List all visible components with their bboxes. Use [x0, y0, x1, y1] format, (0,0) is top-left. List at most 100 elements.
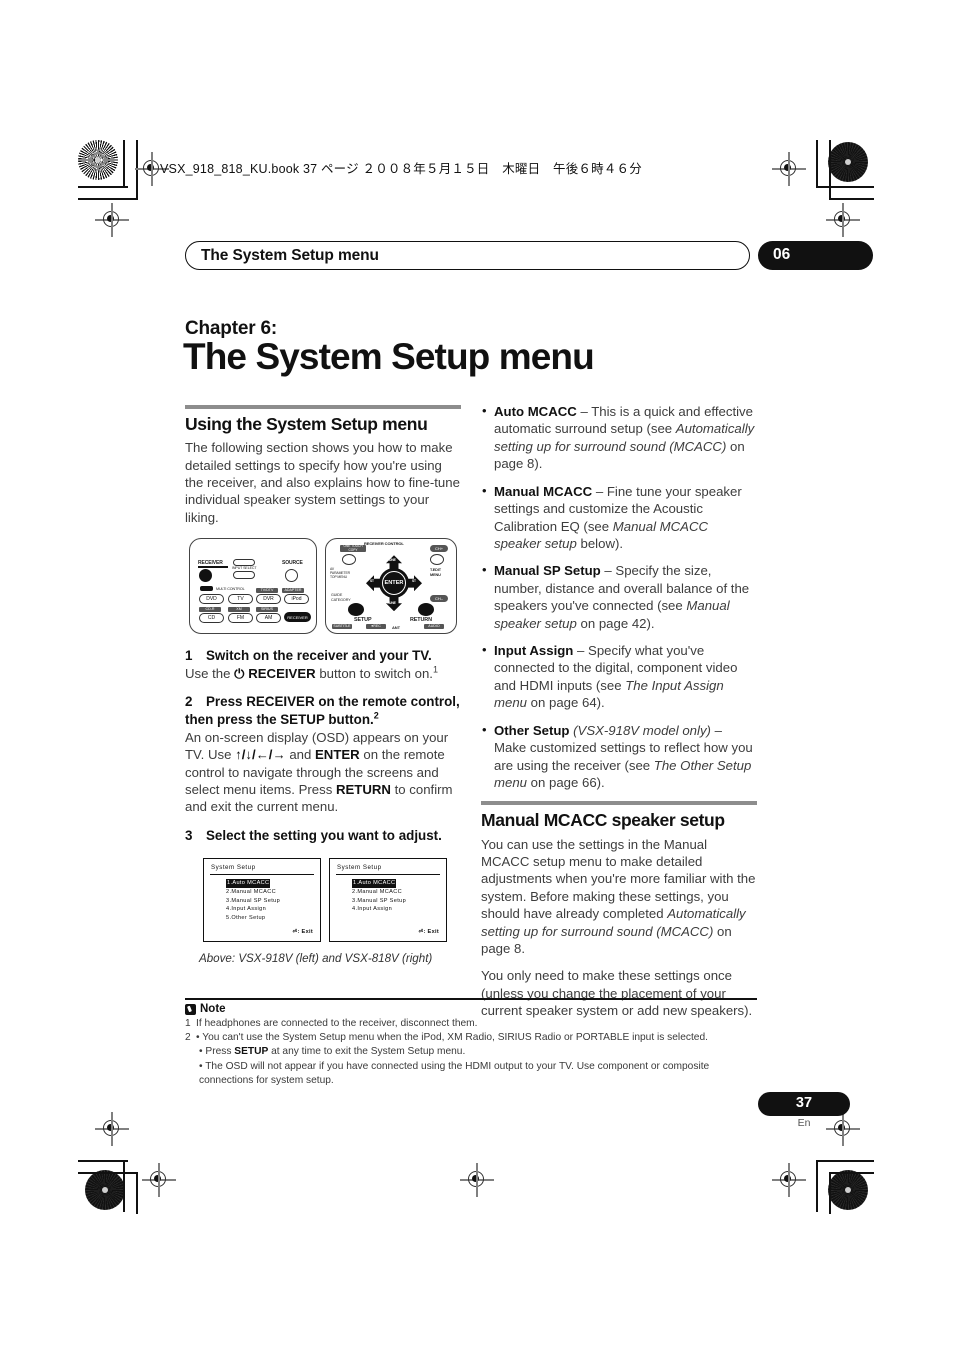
step-1-body: Use the ⏻ RECEIVER button to switch on.1: [185, 664, 438, 681]
osd-menu-item[interactable]: 3.Manual SP Setup: [226, 897, 280, 906]
osd-menu-item[interactable]: 2.Manual MCACC: [352, 888, 406, 897]
note-title: Note: [200, 1003, 226, 1016]
note-line: • The OSD will not appear if you have co…: [199, 1060, 710, 1086]
step-3: 3 Select the setting you want to adjust.: [185, 827, 461, 845]
running-head-title: The System Setup menu: [201, 247, 379, 264]
step-2-body: An on-screen display (OSD) appears on yo…: [185, 729, 453, 815]
remote-label-t-edit-menu: T.EDIT MENU: [430, 568, 442, 577]
section-heading-manual-mcacc: Manual MCACC speaker setup: [481, 810, 725, 831]
one-touch-copy-button[interactable]: [342, 554, 356, 566]
tag-subtitle: SUBTITLE: [332, 624, 352, 630]
setup-button[interactable]: [348, 603, 364, 617]
tag-one-touch-copy: ONE TOUCH COPY: [340, 545, 366, 553]
crop-line: [816, 186, 874, 188]
step-1: 1 Switch on the receiver and your TV. Use…: [185, 647, 461, 682]
tag-cd-r: CD-R: [199, 607, 221, 613]
crop-line: [816, 1160, 818, 1212]
manual-mcacc-paragraph-1: You can use the settings in the Manual M…: [481, 836, 756, 957]
step-2-heading: 2 Press RECEIVER on the remote control, t…: [185, 694, 460, 727]
crop-line: [818, 1160, 874, 1162]
figure-caption: Above: VSX-918V (left) and VSX-818V (rig…: [199, 952, 433, 966]
note-header: Note: [185, 1003, 757, 1015]
footnote-ref-2: 2: [373, 710, 379, 721]
crop-line: [78, 1160, 128, 1162]
remote-button-ipod[interactable]: iPod: [284, 594, 309, 605]
registration-crosshair: [95, 203, 129, 237]
crop-line: [816, 140, 818, 188]
note-rule: [185, 998, 757, 1001]
osd-menu-item[interactable]: 2.Manual MCACC: [226, 888, 280, 897]
running-head-pill: The System Setup menu: [185, 241, 750, 270]
osd-menu-item[interactable]: 3.Manual SP Setup: [352, 897, 406, 906]
step-2: 2 Press RECEIVER on the remote control, t…: [185, 693, 461, 815]
tag-xm: XM: [228, 607, 250, 613]
remote-figure-front-panel: RECEIVER SOURCE INPUT SELECT MULTI CONTR…: [189, 538, 317, 635]
osd-exit-hint: ⏎: Exit: [418, 929, 439, 936]
osd-menu-item[interactable]: 4.Input Assign: [352, 905, 406, 914]
osd-screen-vsx918v: System Setup 1.Auto MCACC 2.Manual MCACC…: [203, 858, 321, 943]
remote-button-cd[interactable]: CD: [199, 613, 224, 624]
registration-crosshair: [95, 1112, 129, 1146]
note-lines: 1 If headphones are connected to the rece…: [185, 1017, 757, 1087]
chapter-number: 06: [773, 246, 791, 263]
remote-button-dvd[interactable]: DVD: [199, 594, 224, 605]
osd-divider: [210, 874, 314, 876]
remote-button-ch-minus[interactable]: CH–: [430, 595, 448, 603]
section-heading-using: Using the System Setup menu: [185, 414, 428, 434]
list-item-manual-sp-setup: Manual SP Setup – Specify the size, numb…: [481, 561, 757, 632]
left-column: Using the System Setup menu The followin…: [185, 405, 461, 967]
registration-starburst-bottom-right: [828, 1170, 868, 1210]
page-number-pill: 37: [758, 1092, 850, 1116]
remote-label-ant: ANT: [392, 625, 400, 631]
right-column: Auto MCACC – This is a quick and effecti…: [481, 402, 757, 1030]
crop-line: [829, 140, 831, 200]
remote-button-fm[interactable]: FM: [228, 613, 253, 624]
remote-button-receiver[interactable]: RECEIVER: [284, 612, 311, 623]
page-title: The System Setup menu: [183, 336, 595, 377]
crop-line: [78, 186, 128, 188]
chapter-number-pill: 06: [758, 241, 873, 270]
registration-crosshair: [772, 152, 806, 186]
remote-label-tune-up: TUNE: [387, 558, 396, 563]
registration-crosshair-center-bottom: [460, 1163, 494, 1197]
registration-starburst-top-left: [78, 140, 118, 180]
remote-button-am[interactable]: AM: [256, 613, 281, 624]
step-1-heading: 1 Switch on the receiver and your TV.: [185, 648, 432, 664]
tag-adapter: ADAPTER: [282, 588, 304, 594]
footnote-ref-1: 1: [432, 664, 438, 675]
receiver-power-button[interactable]: [199, 569, 212, 583]
osd-menu-item[interactable]: 5.Other Setup: [226, 914, 280, 923]
input-select-rocker-top[interactable]: [233, 559, 255, 567]
intro-paragraph: The following section shows you how to m…: [185, 440, 460, 525]
return-button[interactable]: [418, 603, 434, 617]
input-select-rocker[interactable]: [233, 571, 255, 580]
osd-menu-item[interactable]: 4.Input Assign: [226, 905, 280, 914]
crop-line: [829, 1172, 831, 1214]
remote-button-tv[interactable]: TV: [228, 594, 253, 605]
osd-menu-list: 1.Auto MCACC 2.Manual MCACC 3.Manual SP …: [352, 879, 406, 913]
crop-line: [829, 1172, 874, 1174]
remote-button-ch-plus[interactable]: CH+: [430, 545, 448, 553]
osd-screen-vsx818v: System Setup 1.Auto MCACC 2.Manual MCACC…: [329, 858, 447, 943]
source-power-button[interactable]: [285, 569, 298, 583]
remote-label-st-right: ST: [412, 579, 416, 584]
list-item-input-assign: Input Assign – Specify what you've conne…: [481, 641, 757, 712]
osd-menu-item[interactable]: 1.Auto MCACC: [352, 879, 406, 889]
page-language: En: [797, 1117, 811, 1129]
osd-menu-item[interactable]: 1.Auto MCACC: [226, 879, 280, 889]
registration-starburst-top-right: [828, 142, 868, 182]
crop-line: [123, 140, 125, 188]
remote-button-dvr[interactable]: DVR: [256, 594, 281, 605]
section-rule: [185, 405, 461, 409]
note-line: 2 • You can't use the System Setup menu w…: [185, 1032, 708, 1044]
arrow-keys-glyphs: ↑/↓/←/→: [235, 747, 286, 763]
print-file-header: VSX_918_818_KU.book 37 ページ ２００８年５月１５日 木曜…: [160, 162, 642, 176]
osd-title: System Setup: [337, 864, 382, 872]
osd-screenshots: System Setup 1.Auto MCACC 2.Manual MCACC…: [185, 858, 461, 944]
section-rule: [481, 801, 757, 806]
step-3-heading: 3 Select the setting you want to adjust.: [185, 827, 442, 843]
tag-sirius: SIRIUS: [256, 607, 278, 613]
registration-starburst-bottom-left: [85, 1170, 125, 1210]
ch-plus-button[interactable]: [430, 554, 444, 566]
crop-line: [829, 198, 874, 200]
